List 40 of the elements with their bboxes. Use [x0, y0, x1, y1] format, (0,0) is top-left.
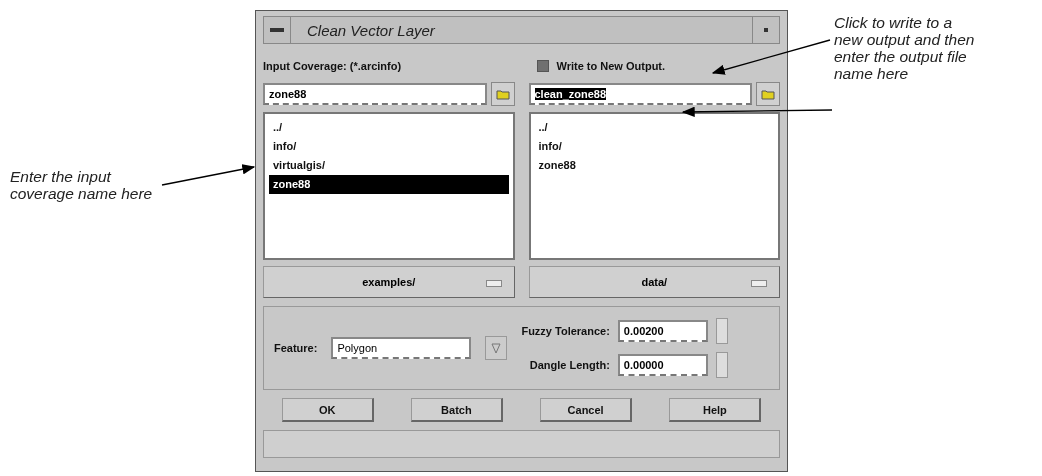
- file-item[interactable]: virtualgis/: [269, 156, 509, 175]
- number-field[interactable]: 0.00200: [617, 320, 708, 342]
- folder-icon: [761, 88, 775, 100]
- annotation-text: name here: [834, 65, 909, 82]
- dialog-button[interactable]: Batch: [410, 398, 503, 422]
- dialog-button[interactable]: Help: [669, 398, 762, 422]
- minus-icon: [270, 27, 284, 33]
- annotation-text: Enter the input: [10, 168, 111, 185]
- file-item[interactable]: zone88: [269, 175, 509, 194]
- directory-menu[interactable]: examples/: [263, 266, 515, 298]
- input-field[interactable]: zone88: [263, 83, 487, 105]
- feature-field[interactable]: Polygon: [331, 337, 472, 359]
- dialog-button[interactable]: OK: [281, 398, 374, 422]
- file-item[interactable]: info/: [534, 137, 774, 156]
- field-label: Input Coverage: (*.arcinfo): [263, 60, 402, 72]
- number-field[interactable]: 0.00000: [617, 354, 708, 376]
- field-label: Feature:: [274, 342, 318, 354]
- file-item[interactable]: zone88: [534, 156, 774, 175]
- triangle-down-icon: [491, 342, 502, 354]
- output-field[interactable]: clean_zone88: [528, 83, 752, 105]
- annotation-text: Click to write to a: [834, 14, 952, 31]
- field-label: Fuzzy Tolerance:: [521, 325, 610, 337]
- folder-icon: [495, 88, 510, 100]
- file-item[interactable]: ../: [269, 118, 509, 137]
- dropdown-button[interactable]: [485, 336, 508, 360]
- spinner[interactable]: [715, 352, 728, 378]
- browse-button[interactable]: [756, 82, 780, 106]
- directory-menu[interactable]: data/: [528, 266, 780, 298]
- window-title: Clean Vector Layer: [306, 20, 436, 41]
- checkbox-label: Write to New Output.: [556, 60, 666, 72]
- file-item[interactable]: info/: [269, 137, 509, 156]
- field-label: Dangle Length:: [529, 359, 610, 371]
- checkbox[interactable]: [536, 60, 549, 72]
- file-item[interactable]: ../: [534, 118, 774, 137]
- annotation-text: enter the output file: [834, 48, 967, 65]
- annotation-text: new output and then: [834, 31, 975, 48]
- spinner[interactable]: [715, 318, 728, 344]
- dialog-button[interactable]: Cancel: [540, 398, 633, 422]
- annotation-text: coverage name here: [10, 185, 153, 202]
- browse-button[interactable]: [490, 82, 515, 106]
